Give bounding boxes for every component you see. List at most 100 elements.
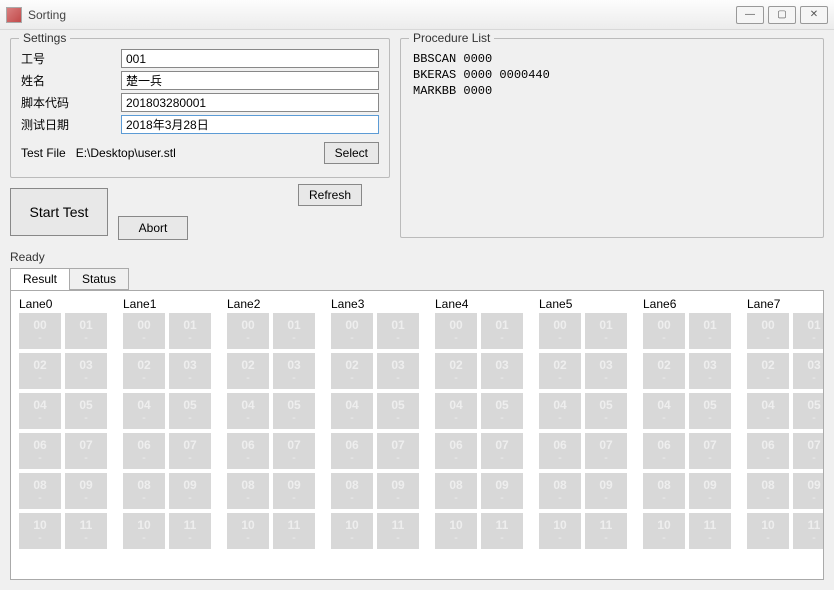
lane-cell: 09-	[689, 473, 731, 509]
lane-cell: 01-	[481, 313, 523, 349]
lane-cell: 01-	[689, 313, 731, 349]
lane-cell: 02-	[747, 353, 789, 389]
lane-cell: 01-	[377, 313, 419, 349]
lane-cell: 03-	[273, 353, 315, 389]
test-date-picker[interactable]: 2018年3月28日	[121, 115, 379, 134]
tab-strip: Result Status	[10, 268, 824, 290]
lane-cell: 11-	[481, 513, 523, 549]
close-button[interactable]: ✕	[800, 6, 828, 24]
lane-cell: 02-	[643, 353, 685, 389]
lane-grid: 00-01-02-03-04-05-06-07-08-09-10-11-	[435, 313, 523, 549]
lane-cell: 10-	[643, 513, 685, 549]
lane-header: Lane5	[539, 297, 627, 311]
lane-cell: 01-	[585, 313, 627, 349]
lane-grid: 00-01-02-03-04-05-06-07-08-09-10-11-	[123, 313, 211, 549]
lane-cell: 00-	[643, 313, 685, 349]
select-button[interactable]: Select	[324, 142, 379, 164]
lane-cell: 08-	[19, 473, 61, 509]
lane-cell: 09-	[481, 473, 523, 509]
window-title: Sorting	[28, 8, 736, 22]
lane-cell: 00-	[227, 313, 269, 349]
procedure-list: BBSCAN 0000 BKERAS 0000 0000440 MARKBB 0…	[411, 49, 813, 101]
lane-cell: 08-	[227, 473, 269, 509]
lane-grid: 00-01-02-03-04-05-06-07-08-09-10-11-	[539, 313, 627, 549]
lane-4: Lane4 00-01-02-03-04-05-06-07-08-09-10-11…	[435, 297, 523, 549]
lane-cell: 00-	[19, 313, 61, 349]
lane-cell: 05-	[481, 393, 523, 429]
lane-cell: 05-	[65, 393, 107, 429]
lane-cell: 08-	[123, 473, 165, 509]
test-date-label: 测试日期	[21, 116, 121, 133]
lane-cell: 03-	[377, 353, 419, 389]
start-test-button[interactable]: Start Test	[10, 188, 108, 236]
lane-cell: 08-	[435, 473, 477, 509]
lane-cell: 09-	[273, 473, 315, 509]
lane-cell: 02-	[331, 353, 373, 389]
lane-cell: 08-	[747, 473, 789, 509]
lane-cell: 05-	[793, 393, 824, 429]
lane-header: Lane7	[747, 297, 824, 311]
worker-id-label: 工号	[21, 50, 121, 67]
lane-cell: 05-	[169, 393, 211, 429]
lane-cell: 11-	[169, 513, 211, 549]
lane-cell: 06-	[435, 433, 477, 469]
lane-cell: 09-	[793, 473, 824, 509]
result-panel: Lane000-01-02-03-04-05-06-07-08-09-10-11…	[10, 290, 824, 580]
lane-cell: 07-	[65, 433, 107, 469]
lane-grid: 00-01-02-03-04-05-06-07-08-09-10-11-	[747, 313, 824, 549]
lane-cell: 04-	[643, 393, 685, 429]
lane-cell: 10-	[539, 513, 581, 549]
name-input[interactable]	[121, 71, 379, 90]
lane-7: Lane7 00-01-02-03-04-05-06-07-08-09-10-11…	[747, 297, 824, 549]
lane-cell: 03-	[689, 353, 731, 389]
lane-cell: 07-	[481, 433, 523, 469]
lane-cell: 10-	[19, 513, 61, 549]
lane-cell: 01-	[65, 313, 107, 349]
lane-cell: 08-	[331, 473, 373, 509]
lane-cell: 09-	[377, 473, 419, 509]
lane-cell: 11-	[585, 513, 627, 549]
lane-grid: 00-01-02-03-04-05-06-07-08-09-10-11-	[19, 313, 107, 549]
lane-6: Lane6 00-01-02-03-04-05-06-07-08-09-10-11…	[643, 297, 731, 549]
tab-result[interactable]: Result	[10, 268, 70, 290]
lane-header: Lane4	[435, 297, 523, 311]
lane-grid: 00-01-02-03-04-05-06-07-08-09-10-11-	[331, 313, 419, 549]
lane-header: Lane2	[227, 297, 315, 311]
status-text: Ready	[10, 250, 824, 264]
settings-group: Settings 工号 姓名 脚本代码 测试日期 2018年3月28日	[10, 38, 390, 178]
lane-grid: 00-01-02-03-04-05-06-07-08-09-10-11-	[643, 313, 731, 549]
lane-cell: 04-	[539, 393, 581, 429]
lane-3: Lane3 00-01-02-03-04-05-06-07-08-09-10-11…	[331, 297, 419, 549]
lane-cell: 10-	[227, 513, 269, 549]
lane-header: Lane3	[331, 297, 419, 311]
worker-id-input[interactable]	[121, 49, 379, 68]
tab-status[interactable]: Status	[69, 268, 129, 290]
lane-cell: 11-	[793, 513, 824, 549]
lane-cell: 05-	[377, 393, 419, 429]
abort-button[interactable]: Abort	[118, 216, 188, 240]
lane-cell: 01-	[273, 313, 315, 349]
lane-header: Lane1	[123, 297, 211, 311]
lane-1: Lane1 00-01-02-03-04-05-06-07-08-09-10-11…	[123, 297, 211, 549]
lane-cell: 11-	[65, 513, 107, 549]
lane-header: Lane6	[643, 297, 731, 311]
lane-grid: 00-01-02-03-04-05-06-07-08-09-10-11-	[227, 313, 315, 549]
app-icon	[6, 7, 22, 23]
lane-cell: 00-	[123, 313, 165, 349]
name-label: 姓名	[21, 72, 121, 89]
maximize-button[interactable]: ▢	[768, 6, 796, 24]
test-file-path: E:\Desktop\user.stl	[74, 144, 316, 163]
lane-cell: 04-	[123, 393, 165, 429]
procedure-legend: Procedure List	[409, 31, 494, 45]
lane-cell: 06-	[123, 433, 165, 469]
lane-cell: 04-	[331, 393, 373, 429]
lane-cell: 00-	[435, 313, 477, 349]
lane-cell: 06-	[643, 433, 685, 469]
refresh-button[interactable]: Refresh	[298, 184, 362, 206]
minimize-button[interactable]: —	[736, 6, 764, 24]
settings-legend: Settings	[19, 31, 70, 45]
script-code-input[interactable]	[121, 93, 379, 112]
lane-cell: 04-	[435, 393, 477, 429]
lane-cell: 02-	[227, 353, 269, 389]
lane-cell: 10-	[331, 513, 373, 549]
